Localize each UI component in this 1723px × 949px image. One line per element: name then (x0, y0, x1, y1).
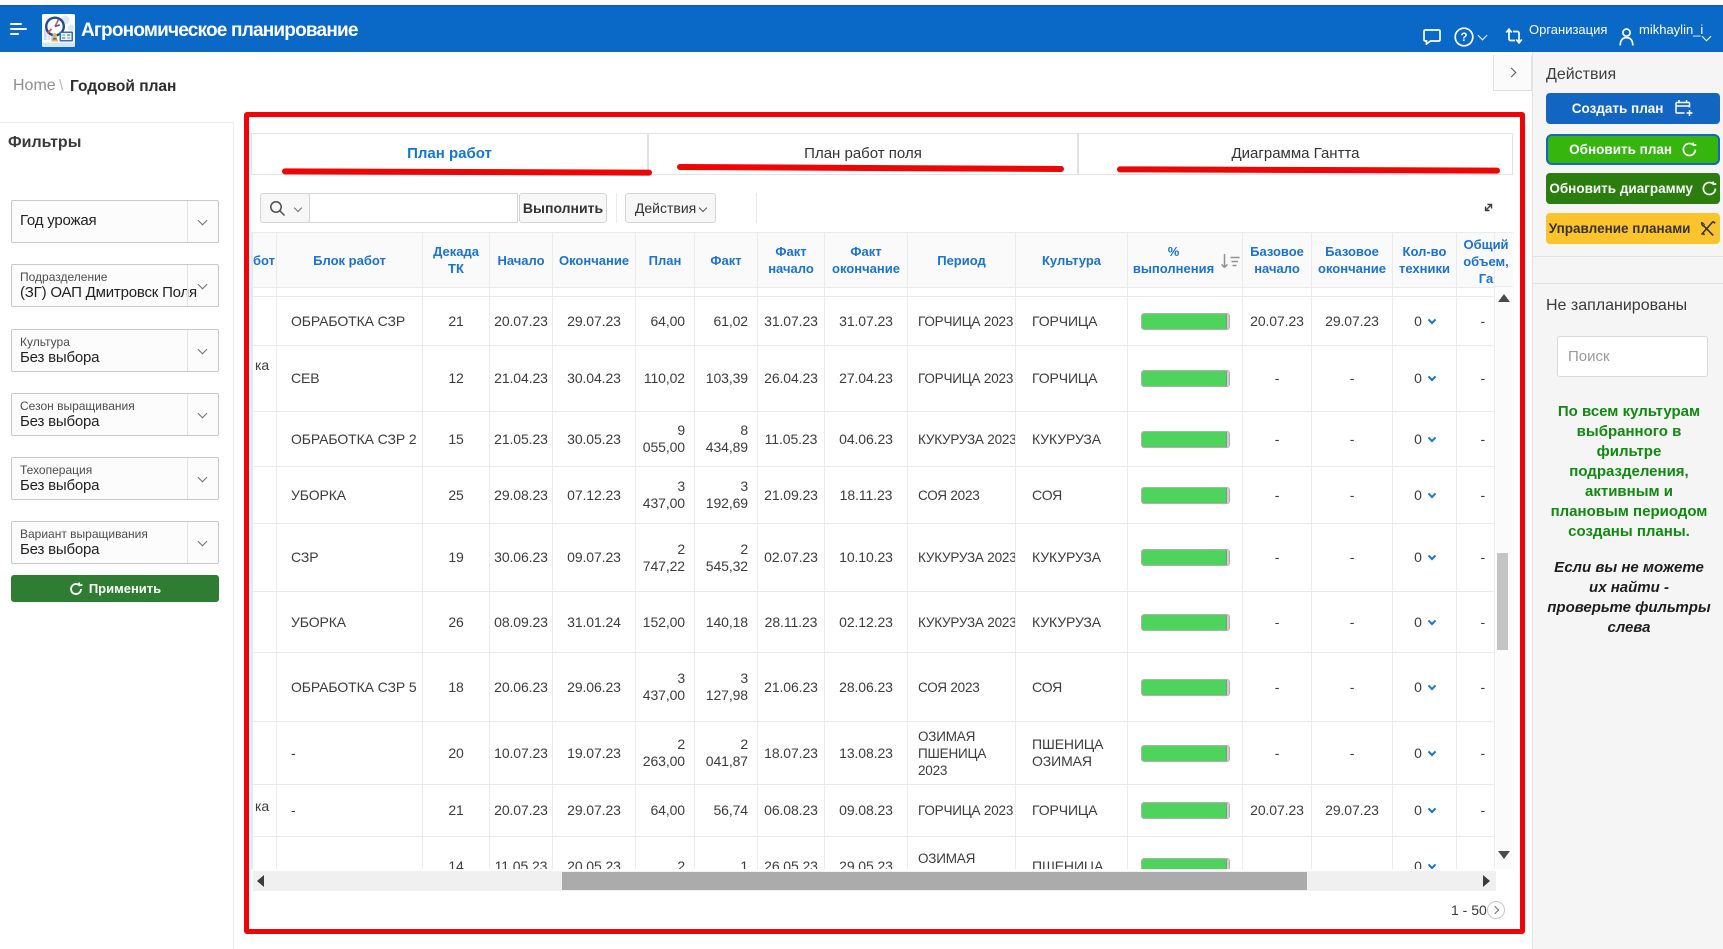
svg-text:?: ? (1460, 32, 1467, 44)
